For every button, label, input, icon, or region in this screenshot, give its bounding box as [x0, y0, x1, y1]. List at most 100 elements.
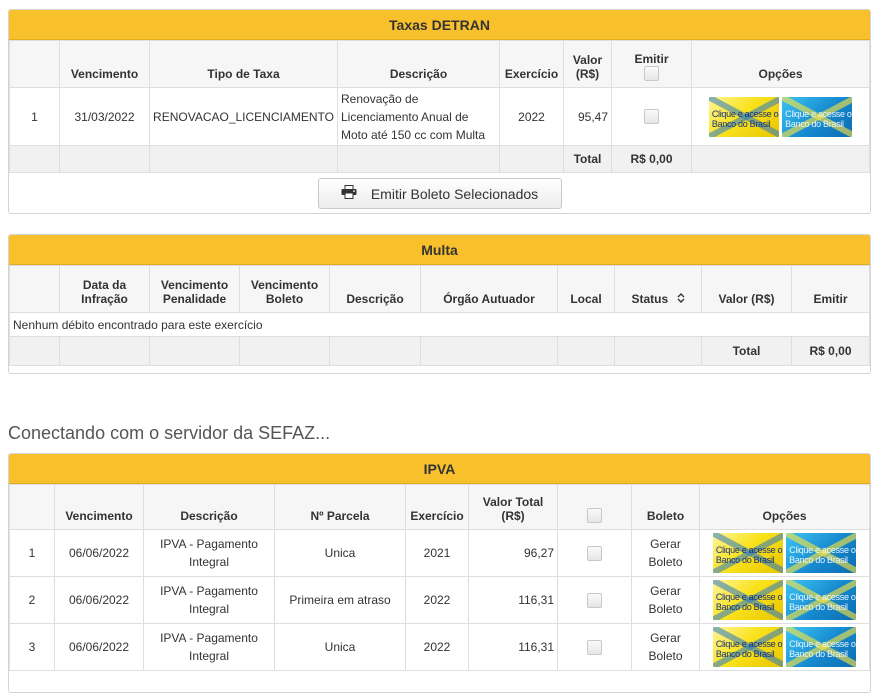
row-exercicio: 2021 — [405, 529, 469, 577]
row-exercicio: 2022 — [405, 623, 469, 671]
banco-brasil-link[interactable]: Clique e acesse o Banco do Brasil — [786, 533, 857, 573]
row-descricao: IPVA - Pagamento Integral — [143, 623, 275, 671]
multa-panel: Multa Data da Infração Vencimento Penali… — [8, 234, 871, 374]
col-local: Local — [557, 265, 615, 313]
row-emitir — [611, 87, 692, 146]
row-valor: 116,31 — [468, 576, 558, 624]
multa-total-value: R$ 0,00 — [791, 336, 870, 366]
select-all-checkbox[interactable] — [587, 508, 602, 523]
table-row: 1 06/06/2022 IPVA - Pagamento Integral U… — [9, 529, 870, 577]
col-exercicio: Exercício — [405, 484, 469, 530]
emit-selected-label: Emitir Boleto Selecionados — [370, 185, 539, 202]
row-boleto[interactable]: Gerar Boleto — [631, 576, 700, 624]
row-valor: 95,47 — [563, 87, 612, 146]
empty-message: Nenhum débito encontrado para este exerc… — [9, 312, 870, 337]
row-select — [557, 576, 632, 624]
row-boleto[interactable]: Gerar Boleto — [631, 529, 700, 577]
col-index — [9, 265, 60, 313]
row-descricao: Renovação de Licenciamento Anual de Moto… — [337, 87, 500, 146]
row-opcoes: Clique e acesse o Banco do Brasil Clique… — [699, 576, 870, 624]
row-index: 2 — [9, 576, 55, 624]
row-descricao: IPVA - Pagamento Integral — [143, 529, 275, 577]
col-parcela: Nº Parcela — [274, 484, 406, 530]
row-descricao: IPVA - Pagamento Integral — [143, 576, 275, 624]
multa-total-label: Total — [701, 336, 792, 366]
multa-title: Multa — [9, 235, 870, 265]
ipva-panel: IPVA Vencimento Descrição Nº Parcela Exe… — [8, 453, 871, 693]
row-vencimento: 31/03/2022 — [59, 87, 150, 146]
banco-brasil-link[interactable]: Clique e acesse o Banco do Brasil — [712, 533, 783, 573]
row-exercicio: 2022 — [499, 87, 564, 146]
row-select — [557, 623, 632, 671]
table-row: 1 31/03/2022 RENOVACAO_LICENCIAMENTO Ren… — [9, 87, 870, 146]
taxas-total-row: Total R$ 0,00 — [9, 145, 870, 173]
col-exercicio: Exercício — [499, 40, 564, 88]
emit-button-area: Emitir Boleto Selecionados — [9, 173, 870, 209]
col-valor-total: Valor Total (R$) — [468, 484, 558, 530]
col-vencimento: Vencimento — [59, 40, 150, 88]
col-vencimento-boleto: Vencimento Boleto — [239, 265, 330, 313]
col-tipo-taxa: Tipo de Taxa — [149, 40, 338, 88]
select-all-checkbox[interactable] — [644, 66, 659, 81]
ipva-table: Vencimento Descrição Nº Parcela Exercíci… — [9, 484, 870, 671]
col-data-infracao: Data da Infração — [59, 265, 150, 313]
row-checkbox[interactable] — [587, 545, 602, 561]
taxas-detran-title: Taxas DETRAN — [9, 10, 870, 40]
printer-icon — [341, 185, 357, 202]
row-checkbox[interactable] — [587, 592, 602, 608]
col-index — [9, 484, 55, 530]
row-boleto[interactable]: Gerar Boleto — [631, 623, 700, 671]
taxas-header-row: Vencimento Tipo de Taxa Descrição Exercí… — [9, 40, 870, 88]
col-descricao: Descrição — [337, 40, 500, 88]
row-vencimento: 06/06/2022 — [54, 576, 144, 624]
row-opcoes: Clique e acesse o Banco do Brasil Clique… — [699, 529, 870, 577]
col-descricao: Descrição — [143, 484, 275, 530]
col-vencimento-penalidade: Vencimento Penalidade — [149, 265, 240, 313]
col-status-label: Status — [631, 292, 669, 306]
row-checkbox[interactable] — [587, 639, 602, 655]
banco-brasil-link[interactable]: Clique e acesse o Banco do Brasil — [786, 627, 857, 667]
banco-brasil-link[interactable]: Clique e acesse o Banco do Brasil — [782, 96, 853, 137]
row-opcoes: Clique e acesse o Banco do Brasil Clique… — [699, 623, 870, 671]
col-boleto: Boleto — [631, 484, 700, 530]
ipva-header-row: Vencimento Descrição Nº Parcela Exercíci… — [9, 484, 870, 530]
col-descricao: Descrição — [329, 265, 421, 313]
col-emitir: Emitir — [611, 40, 692, 88]
ipva-title: IPVA — [9, 454, 870, 484]
emit-selected-button[interactable]: Emitir Boleto Selecionados — [317, 178, 562, 209]
col-vencimento: Vencimento — [54, 484, 144, 530]
sort-icon[interactable] — [677, 292, 685, 306]
row-parcela: Primeira em atraso — [274, 576, 406, 624]
col-valor: Valor (R$) — [563, 40, 612, 88]
banco-brasil-link[interactable]: Clique e acesse o Banco do Brasil — [786, 580, 857, 620]
sefaz-status-message: Conectando com o servidor da SEFAZ... — [8, 423, 331, 443]
taxas-detran-panel: Taxas DETRAN Vencimento Tipo de Taxa Des… — [8, 9, 871, 214]
row-parcela: Unica — [274, 623, 406, 671]
col-index — [9, 40, 60, 88]
multa-table: Data da Infração Vencimento Penalidade V… — [9, 265, 870, 366]
multa-total-row: Total R$ 0,00 — [9, 336, 870, 366]
row-vencimento: 06/06/2022 — [54, 623, 144, 671]
col-emitir-label: Emitir — [634, 51, 669, 66]
row-valor: 116,31 — [468, 623, 558, 671]
row-parcela: Unica — [274, 529, 406, 577]
taxas-table: Vencimento Tipo de Taxa Descrição Exercí… — [9, 40, 870, 173]
row-opcoes: Clique e acesse o Banco do Brasil Clique… — [691, 87, 870, 146]
row-select — [557, 529, 632, 577]
row-checkbox[interactable] — [644, 109, 659, 125]
col-select — [557, 484, 632, 530]
col-opcoes: Opções — [691, 40, 870, 88]
banco-brasil-link[interactable]: Clique e acesse o Banco do Brasil — [712, 580, 783, 620]
taxas-total-value: R$ 0,00 — [611, 145, 692, 173]
empty-row: Nenhum débito encontrado para este exerc… — [9, 312, 870, 337]
row-vencimento: 06/06/2022 — [54, 529, 144, 577]
banco-brasil-link[interactable]: Clique e acesse o Banco do Brasil — [712, 627, 783, 667]
table-row: 2 06/06/2022 IPVA - Pagamento Integral P… — [9, 576, 870, 624]
banco-brasil-link[interactable]: Clique e acesse o Banco do Brasil — [708, 96, 779, 137]
table-row: 3 06/06/2022 IPVA - Pagamento Integral U… — [9, 623, 870, 671]
col-status[interactable]: Status — [614, 265, 702, 313]
col-orgao-autuador: Órgão Autuador — [420, 265, 558, 313]
row-exercicio: 2022 — [405, 576, 469, 624]
col-opcoes: Opções — [699, 484, 870, 530]
col-valor: Valor (R$) — [701, 265, 792, 313]
